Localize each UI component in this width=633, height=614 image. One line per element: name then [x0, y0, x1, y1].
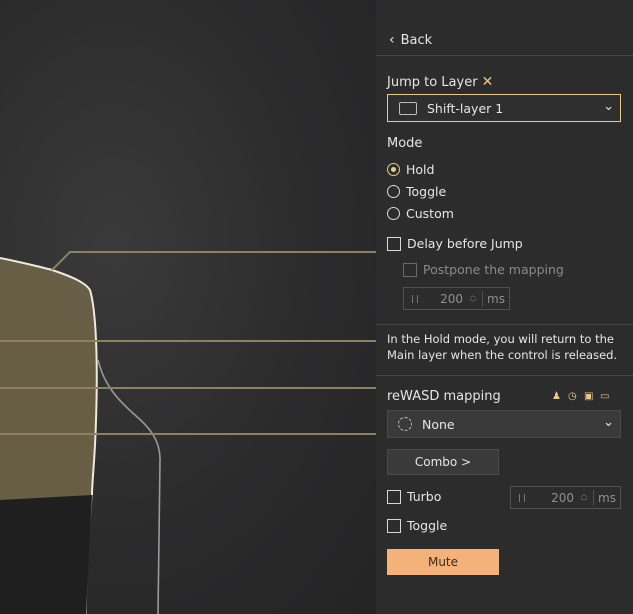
none-icon: [398, 417, 412, 431]
checkbox-label: Toggle: [407, 518, 448, 533]
chevron-down-icon: ⌄: [603, 415, 614, 430]
mapping-icons: ♟ ◷ ▣ ▭: [552, 392, 610, 402]
playstation-icon[interactable]: ♟: [552, 392, 562, 402]
controller-canvas: [0, 0, 376, 614]
radio-label: Toggle: [406, 184, 447, 199]
mode-radio-toggle[interactable]: Toggle: [387, 184, 446, 199]
stepper-arrows-icon[interactable]: ︿ ﹀: [578, 489, 594, 506]
delay-before-jump-checkbox[interactable]: Delay before Jump: [387, 236, 523, 251]
delay-stepper[interactable]: 200 ︿ ﹀ ms: [403, 287, 510, 310]
stepper-arrows-icon[interactable]: ︿ ﹀: [467, 290, 483, 307]
gamepad-icon[interactable]: ▣: [584, 392, 594, 402]
radio-label: Custom: [406, 206, 454, 221]
mapping-select[interactable]: None ⌄: [387, 410, 621, 438]
mode-radio-custom[interactable]: Custom: [387, 206, 454, 221]
layer-select[interactable]: Shift-layer 1 ⌄: [387, 94, 621, 122]
delay-unit: ms: [487, 291, 505, 306]
divider: [376, 324, 633, 325]
turbo-stepper[interactable]: 200 ︿ ﹀ ms: [510, 486, 621, 509]
chevron-left-icon: ‹: [389, 32, 395, 48]
checkbox-icon: [403, 262, 417, 277]
mute-button[interactable]: Mute: [387, 549, 499, 575]
delay-value: 200: [440, 291, 463, 306]
clock-icon[interactable]: ◷: [568, 392, 578, 402]
jump-to-layer-heading: Jump to Layer ✕: [387, 74, 493, 90]
back-button[interactable]: ‹ Back: [389, 32, 432, 48]
radio-label: Hold: [406, 162, 435, 177]
checkbox-label: Turbo: [407, 489, 442, 504]
postpone-mapping-checkbox[interactable]: Postpone the mapping: [403, 262, 564, 277]
layer-select-value: Shift-layer 1: [427, 100, 504, 116]
radio-selected-icon: [387, 163, 400, 176]
mode-info-text: In the Hold mode, you will return to the…: [387, 332, 618, 362]
terminal-icon[interactable]: ▭: [600, 392, 610, 402]
mapping-title: reWASD mapping: [387, 389, 501, 404]
radio-icon: [387, 207, 400, 220]
divider: [376, 55, 633, 56]
radio-icon: [387, 185, 400, 198]
chevron-down-icon: ⌄: [603, 99, 614, 114]
toggle-checkbox[interactable]: Toggle: [387, 518, 447, 533]
checkbox-label: Delay before Jump: [407, 236, 523, 251]
turbo-checkbox[interactable]: Turbo: [387, 489, 441, 504]
jump-to-layer-title: Jump to Layer: [387, 75, 478, 90]
checkbox-icon: [387, 236, 401, 251]
mode-radio-hold[interactable]: Hold: [387, 162, 434, 177]
turbo-unit: ms: [598, 490, 616, 505]
checkbox-icon: [387, 489, 401, 504]
back-label: Back: [400, 32, 433, 48]
combo-button[interactable]: Combo >: [387, 449, 499, 475]
mode-title: Mode: [387, 136, 423, 151]
checkbox-icon: [387, 518, 401, 533]
controller-illustration: [0, 251, 376, 614]
divider: [376, 375, 633, 376]
close-icon[interactable]: ✕: [482, 74, 494, 90]
checkbox-label: Postpone the mapping: [423, 262, 564, 277]
mapping-select-value: None: [422, 416, 455, 432]
layer-icon: [399, 101, 417, 115]
turbo-value: 200: [551, 490, 574, 505]
